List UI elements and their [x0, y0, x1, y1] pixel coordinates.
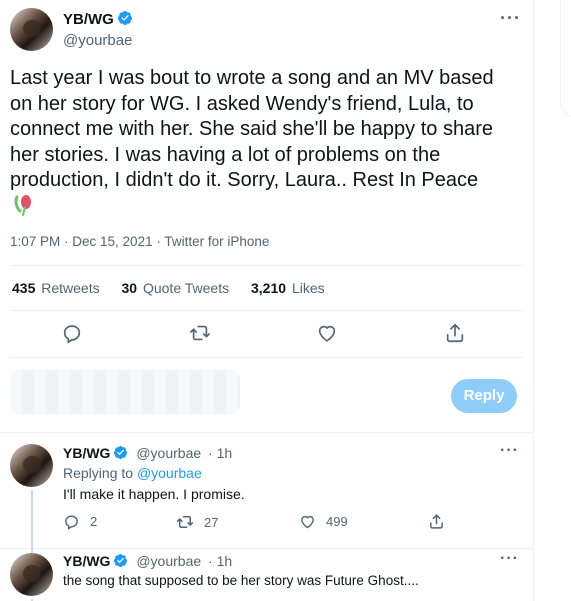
more-options-icon[interactable]: ··· [500, 8, 521, 29]
reply-header: YB/WG @yourbae · 1h [63, 445, 232, 463]
reply-compose-box[interactable] [10, 370, 240, 414]
share-icon [430, 514, 443, 529]
divider [10, 310, 524, 311]
author-name[interactable]: YB/WG [63, 553, 110, 569]
avatar[interactable] [10, 444, 53, 487]
reply-header: YB/WG @yourbae · 1h [63, 553, 232, 571]
like-icon[interactable] [316, 322, 338, 344]
retweets-stat[interactable]: 435 Retweets [12, 280, 100, 296]
share-icon[interactable] [444, 322, 466, 344]
retweet-icon [176, 516, 194, 528]
reply-button[interactable]: Reply [451, 379, 517, 413]
like-action[interactable]: 499 [299, 513, 348, 530]
like-count: 499 [326, 514, 348, 529]
tweet-timestamp[interactable]: 1:07 PM · Dec 15, 2021 · Twitter for iPh… [10, 234, 269, 249]
verified-badge-icon [113, 445, 128, 463]
avatar[interactable] [10, 8, 53, 51]
retweet-count: 27 [204, 514, 219, 530]
reply-action[interactable]: 2 [63, 513, 97, 530]
reply-tweet[interactable]: YB/WG @yourbae · 1h ··· Replying to @you… [0, 434, 534, 550]
sidebar-card [560, 0, 571, 118]
avatar[interactable] [10, 553, 53, 596]
reply-tweet[interactable]: YB/WG @yourbae · 1h ··· the song that su… [0, 549, 534, 601]
tweet-stats: 435 Retweets 30 Quote Tweets 3,210 Likes [12, 280, 343, 296]
thread-connector [31, 490, 33, 550]
replying-to-handle[interactable]: @yourbae [137, 465, 202, 481]
retweet-action[interactable]: 27 [176, 513, 218, 531]
tweet-text: Last year I was bout to wrote a song and… [10, 67, 494, 191]
quotes-stat[interactable]: 30 Quote Tweets [122, 280, 230, 296]
tweet-thread: YB/WG @yourbae ··· Last year I was bout … [0, 0, 534, 601]
divider [10, 265, 524, 266]
reply-icon[interactable] [61, 322, 83, 344]
reply-text: I'll make it happen. I promise. [63, 486, 245, 502]
share-action[interactable] [428, 513, 445, 530]
pin-emoji-icon [13, 193, 35, 222]
author-handle[interactable]: @yourbae [136, 445, 201, 461]
author-block: YB/WG @yourbae [63, 10, 133, 49]
like-icon [301, 515, 314, 529]
retweet-icon[interactable] [189, 322, 211, 344]
author-name[interactable]: YB/WG [63, 445, 110, 461]
replying-to: Replying to @yourbae [63, 465, 202, 481]
right-sidebar [534, 0, 571, 601]
author-name[interactable]: YB/WG [63, 11, 114, 28]
main-tweet: YB/WG @yourbae ··· Last year I was bout … [0, 0, 534, 433]
divider [10, 357, 524, 358]
more-options-icon[interactable]: ··· [500, 442, 519, 460]
more-options-icon[interactable]: ··· [500, 550, 519, 568]
likes-stat[interactable]: 3,210 Likes [251, 280, 325, 296]
reply-count: 2 [90, 514, 98, 529]
verified-badge-icon [117, 10, 133, 31]
verified-badge-icon [113, 553, 128, 571]
author-handle[interactable]: @yourbae [63, 32, 133, 49]
author-handle[interactable]: @yourbae [136, 553, 201, 569]
reply-text: the song that supposed to be her story w… [63, 573, 419, 588]
reply-time[interactable]: · 1h [208, 553, 232, 569]
reply-time[interactable]: · 1h [208, 445, 232, 461]
reply-icon [65, 515, 78, 530]
